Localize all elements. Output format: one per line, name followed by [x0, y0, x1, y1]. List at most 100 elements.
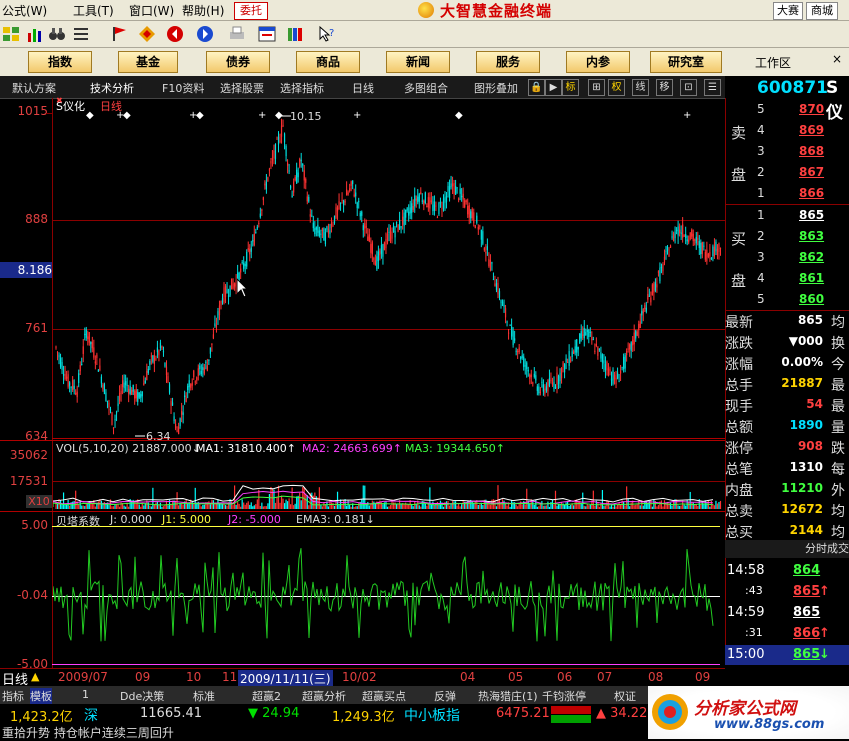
line-button[interactable]: 线 — [632, 79, 649, 96]
nav-news-button[interactable]: 新闻 — [386, 51, 450, 73]
indicator-tab[interactable]: 模板 — [30, 688, 52, 704]
print-icon[interactable] — [228, 25, 246, 43]
candle-body-up — [344, 200, 346, 203]
crosshair-icon[interactable]: ⊞ — [588, 79, 605, 96]
tab-multi-chart[interactable]: 多图组合 — [404, 80, 448, 96]
candle-body-up — [341, 200, 343, 202]
nav-fund-button[interactable]: 基金 — [118, 51, 178, 73]
nav-bond-button[interactable]: 债券 — [206, 51, 270, 73]
list-icon[interactable] — [72, 25, 90, 43]
tick-time: 15:00 — [727, 647, 765, 662]
menu-item-tools[interactable]: 工具(T) — [73, 2, 114, 19]
candle-body-down — [84, 333, 86, 335]
tab-select-indicator[interactable]: 选择指标 — [280, 80, 324, 96]
candle-body-up — [350, 181, 352, 186]
close-icon[interactable]: × — [832, 52, 842, 66]
tab-technical-analysis[interactable]: 技术分析 — [90, 80, 134, 96]
candle-body-down — [414, 195, 416, 207]
nav-research-button[interactable]: 研究室 — [650, 51, 722, 73]
lock-icon[interactable]: 🔒 — [528, 79, 545, 96]
volume-bar-down — [601, 490, 604, 509]
tab-default-scheme[interactable]: 默认方案 — [12, 80, 56, 96]
indicator-tab[interactable]: 热海猎庄(1) — [478, 688, 538, 704]
volume-bar-up — [353, 506, 355, 509]
indicator-tab[interactable]: 千钧涨停 — [542, 688, 586, 704]
contest-tab[interactable]: 大赛 — [773, 2, 803, 20]
candle-body-up — [174, 424, 177, 429]
indicator-tab[interactable]: 反弹 — [434, 688, 456, 704]
candle-body-down — [162, 351, 165, 353]
flag-icon[interactable] — [110, 25, 128, 43]
indicator-tab[interactable]: 指标 — [2, 688, 24, 704]
indicator-tab[interactable]: 超赢分析 — [302, 688, 346, 704]
tab-daily[interactable]: 日线 — [352, 80, 374, 96]
menu-item-window[interactable]: 窗口(W) — [129, 2, 174, 19]
candle-body-up — [385, 238, 387, 249]
forward-icon[interactable] — [196, 25, 214, 43]
expand-icon[interactable]: ⊡ — [680, 79, 697, 96]
volume-bar-up — [716, 503, 719, 509]
diamond-icon[interactable] — [138, 25, 156, 43]
candle-body-up — [146, 370, 148, 381]
rights-button[interactable]: 权 — [608, 79, 625, 96]
volume-chart[interactable] — [53, 452, 725, 510]
sell-side-label: 卖 — [731, 124, 747, 142]
back-icon[interactable] — [166, 25, 184, 43]
candle-body-up — [494, 283, 496, 287]
date-axis: 日线 ▲ 2009/07 09 10 11 2009/11/11(三) 10/02 04 05… — [0, 668, 725, 688]
candle-body-up — [713, 246, 716, 257]
help-pointer-icon[interactable]: ? — [318, 25, 336, 43]
candle-body-down — [149, 361, 151, 365]
workarea-label[interactable]: 工作区 — [755, 54, 791, 71]
menu-item-help[interactable]: 帮助(H) — [182, 2, 224, 19]
tab-f10-info[interactable]: F10资料 — [162, 80, 204, 96]
nav-service-button[interactable]: 服务 — [476, 51, 540, 73]
nav-index-button[interactable]: 指数 — [28, 51, 92, 73]
indicator-tab[interactable]: 超赢买点 — [362, 688, 406, 704]
candlestick-chart[interactable]: ◆+◆+◆+◆+◆+ — [53, 98, 725, 438]
grid-icon[interactable] — [2, 25, 20, 43]
books-icon[interactable] — [286, 25, 304, 43]
news-ticker-text[interactable]: 重拾升势 持仓帐户连续三周回升 — [2, 724, 174, 741]
menu-item-formula[interactable]: 公式(W) — [2, 2, 47, 19]
volume-bar-down — [450, 504, 452, 509]
candle-body-down — [455, 186, 457, 195]
candle-body-up — [294, 176, 296, 181]
mark-button[interactable]: 标 — [562, 79, 579, 96]
indicator-tab[interactable]: Dde决策 — [120, 688, 164, 704]
tab-select-stock[interactable]: 选择股票 — [220, 80, 264, 96]
buy-price: 861 — [799, 271, 825, 285]
indicator-tab[interactable]: 1 — [82, 688, 89, 701]
volume-bar-up — [255, 504, 257, 509]
menu-icon[interactable]: ☰ — [704, 79, 721, 96]
volume-bar-up — [111, 506, 113, 509]
mall-tab[interactable]: 商城 — [806, 2, 838, 20]
play-icon[interactable]: ▶ — [545, 79, 562, 96]
candle-body-up — [397, 224, 399, 232]
candle-body-up — [639, 321, 641, 329]
candle-body-down — [317, 224, 319, 233]
volume-bar-up — [414, 501, 416, 509]
move-button[interactable]: 移 — [656, 79, 673, 96]
indicator-tab[interactable]: 超赢2 — [252, 688, 281, 704]
candle-body-up — [72, 380, 74, 390]
signal-marker-icon: ◆ — [196, 110, 204, 121]
binoculars-icon[interactable] — [48, 25, 66, 43]
chart-bar-icon[interactable] — [26, 25, 44, 43]
candle-body-down — [635, 330, 637, 339]
indicator-tab[interactable]: 权证 — [614, 688, 636, 704]
nav-insider-button[interactable]: 内参 — [566, 51, 630, 73]
nav-commodity-button[interactable]: 商品 — [296, 51, 360, 73]
candle-body-up — [626, 350, 628, 356]
tab-overlay[interactable]: 图形叠加 — [474, 80, 518, 96]
volume-bar-down — [367, 501, 369, 509]
candle-body-up — [371, 242, 373, 255]
volume-bar-up — [321, 506, 323, 509]
trade-button[interactable]: 委托 — [234, 2, 268, 20]
indicator-tab[interactable]: 标准 — [193, 688, 215, 704]
beta-indicator-chart[interactable] — [53, 528, 721, 662]
candle-body-up — [293, 181, 295, 193]
volume-bar-down — [445, 501, 448, 509]
window-icon[interactable] — [258, 25, 276, 43]
candle-body-up — [412, 206, 414, 210]
